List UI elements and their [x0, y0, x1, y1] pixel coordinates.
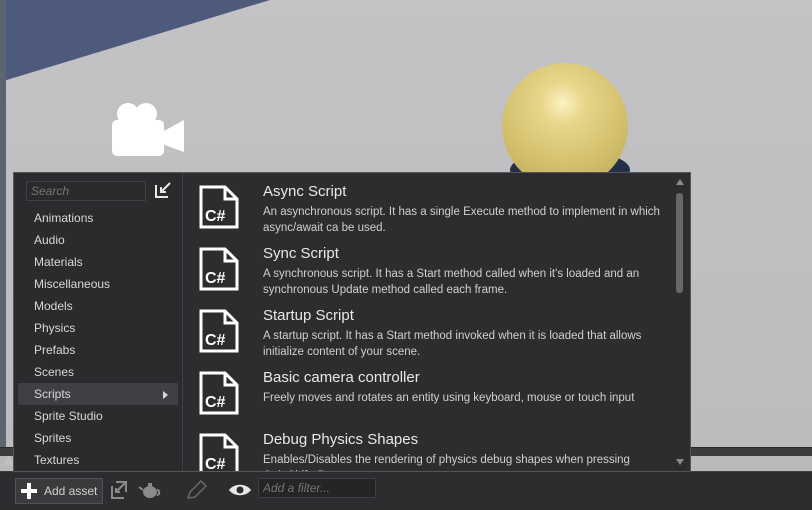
category-item-audio[interactable]: Audio	[18, 229, 178, 251]
collapse-icon[interactable]	[154, 181, 172, 199]
csharp-file-icon: C#	[199, 309, 239, 353]
category-label: Sprites	[34, 431, 72, 445]
edit-button[interactable]	[183, 478, 209, 502]
asset-template-list: C# Async Script An asynchronous script. …	[183, 173, 673, 471]
scroll-up-icon[interactable]	[676, 179, 684, 185]
viewport-edge	[0, 0, 6, 456]
category-item-scripts[interactable]: Scripts	[18, 383, 178, 405]
category-label: Animations	[34, 211, 94, 225]
import-button[interactable]	[106, 478, 132, 502]
category-item-models[interactable]: Models	[18, 295, 178, 317]
svg-text:C#: C#	[205, 270, 226, 287]
item-description: A startup script. It has a Start method …	[263, 330, 642, 358]
svg-text:C#: C#	[205, 208, 226, 225]
plus-icon	[18, 480, 40, 502]
camera-gizmo-icon[interactable]	[110, 100, 186, 160]
import-icon	[111, 481, 127, 499]
category-label: Physics	[34, 321, 76, 335]
scroll-down-icon[interactable]	[676, 459, 684, 465]
scroll-thumb[interactable]	[676, 193, 683, 293]
sphere-entity[interactable]	[502, 63, 628, 189]
category-item-sprite-studio[interactable]: Sprite Studio	[18, 405, 178, 427]
chevron-right-icon	[163, 391, 168, 399]
category-item-physics[interactable]: Physics	[18, 317, 178, 339]
csharp-file-icon: C#	[199, 247, 239, 291]
side-tab-label: A	[5, 456, 13, 468]
item-title: Async Script	[263, 183, 347, 200]
category-item-textures[interactable]: Textures	[18, 449, 178, 471]
category-label: Sprite Studio	[34, 409, 103, 423]
category-label: Audio	[34, 233, 65, 247]
asset-template-item[interactable]: C# Sync Script A synchronous script. It …	[183, 235, 673, 297]
category-list: Animations Audio Materials Miscellaneous…	[18, 207, 178, 471]
category-item-prefabs[interactable]: Prefabs	[18, 339, 178, 361]
teapot-icon	[138, 483, 161, 498]
item-description: A synchronous script. It has a Start met…	[263, 268, 640, 296]
category-item-scenes[interactable]: Scenes	[18, 361, 178, 383]
category-item-miscellaneous[interactable]: Miscellaneous	[18, 273, 178, 295]
svg-text:C#: C#	[205, 394, 226, 411]
search-input[interactable]	[26, 181, 146, 201]
asset-template-item[interactable]: C# Async Script An asynchronous script. …	[183, 173, 673, 235]
csharp-file-icon: C#	[199, 433, 239, 471]
category-panel: Animations Audio Materials Miscellaneous…	[14, 173, 183, 471]
category-item-materials[interactable]: Materials	[18, 251, 178, 273]
item-description: Freely moves and rotates an entity using…	[263, 392, 635, 404]
svg-text:C#: C#	[205, 456, 226, 471]
category-label: Prefabs	[34, 343, 76, 357]
csharp-file-icon: C#	[199, 371, 239, 415]
item-title: Basic camera controller	[263, 369, 420, 386]
category-item-animations[interactable]: Animations	[18, 207, 178, 229]
teapot-button[interactable]	[137, 478, 163, 502]
category-label: Scenes	[34, 365, 75, 379]
item-description: Enables/Disables the rendering of physic…	[263, 454, 630, 471]
pencil-icon	[186, 480, 207, 499]
asset-template-item[interactable]: C# Startup Script A startup script. It h…	[183, 297, 673, 359]
category-item-sprites[interactable]: Sprites	[18, 427, 178, 449]
add-asset-button[interactable]: Add asset	[15, 478, 103, 504]
item-title: Sync Script	[263, 245, 339, 262]
grid-plane	[0, 0, 270, 82]
eye-icon	[229, 484, 251, 496]
category-label: Miscellaneous	[34, 277, 111, 291]
filter-input[interactable]	[258, 478, 376, 498]
visibility-toggle[interactable]	[227, 478, 253, 502]
svg-text:C#: C#	[205, 332, 226, 349]
vertical-scrollbar[interactable]	[674, 177, 686, 467]
category-label: Models	[34, 299, 73, 313]
item-title: Startup Script	[263, 307, 354, 324]
add-asset-popup: Animations Audio Materials Miscellaneous…	[13, 172, 691, 472]
asset-template-item[interactable]: C# Basic camera controller Freely moves …	[183, 359, 673, 421]
category-label: Textures	[34, 453, 80, 467]
add-asset-label: Add asset	[44, 484, 98, 498]
category-label: Scripts	[34, 387, 71, 401]
asset-template-item[interactable]: C# Debug Physics Shapes Enables/Disables…	[183, 421, 673, 471]
category-label: Materials	[34, 255, 83, 269]
csharp-file-icon: C#	[199, 185, 239, 229]
asset-toolbar: Add asset	[0, 471, 812, 510]
item-description: An asynchronous script. It has a single …	[263, 206, 660, 234]
item-title: Debug Physics Shapes	[263, 431, 419, 448]
